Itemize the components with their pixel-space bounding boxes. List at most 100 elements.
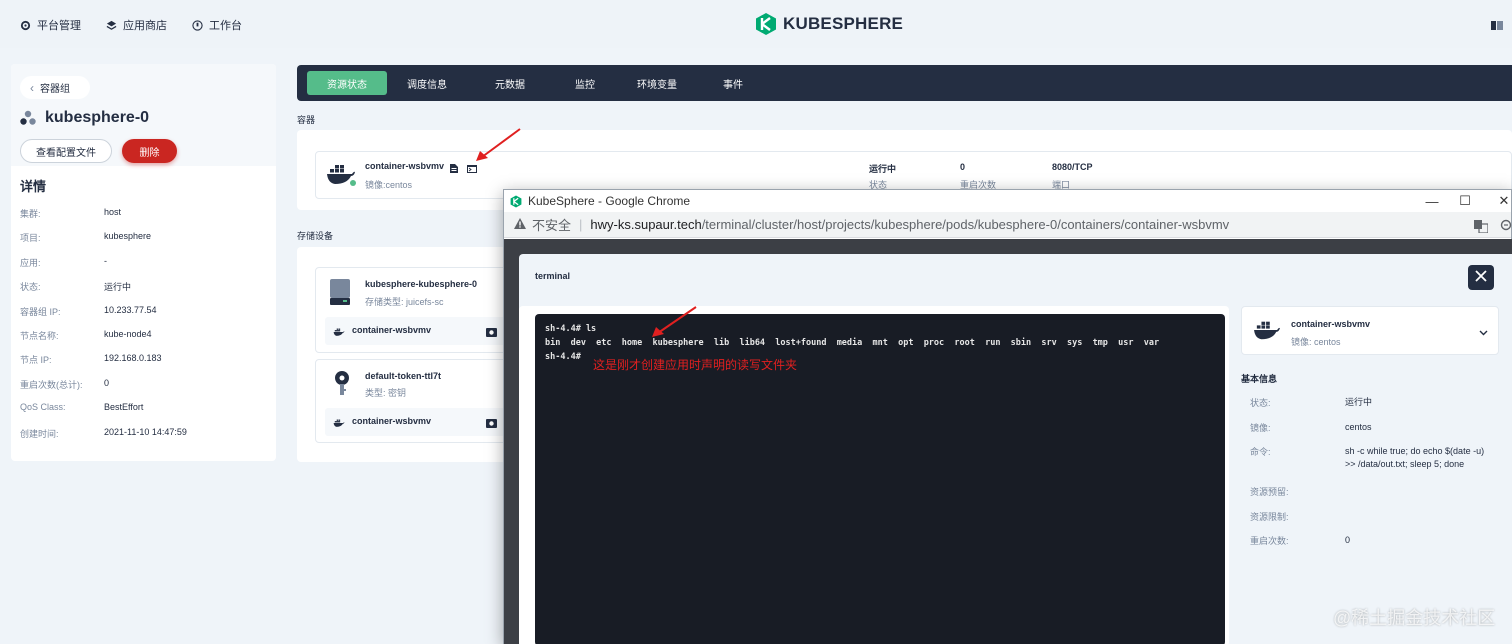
container-status-value: 运行中 (869, 164, 897, 174)
browser-title: KubeSphere - Google Chrome (528, 194, 691, 208)
zoom-icon[interactable] (1500, 219, 1512, 235)
pod-actions: 查看配置文件 删除 (20, 139, 267, 163)
nav-workbench[interactable]: 工作台 (192, 17, 242, 33)
detail-key: 状态: (20, 282, 41, 293)
pod-title: kubesphere-0 (20, 109, 267, 127)
detail-row-restarts: 重启次数(总计): 0 (20, 378, 267, 402)
insecure-label: 不安全 (532, 218, 572, 233)
watermark: @稀土掘金技术社区 (1333, 608, 1496, 628)
info-value: 0 (1345, 535, 1351, 545)
tab-metadata[interactable]: 元数据 (467, 71, 553, 95)
info-row-command: 命令: sh -c while true; do echo $(date -u) … (1241, 445, 1511, 485)
detail-value: BestEffort (104, 402, 144, 413)
docker-icon (333, 326, 345, 340)
pod-details: 详情 集群: host 项目: kubesphere 应用: - 状态: 运行中 容器组… (11, 166, 276, 461)
info-value: centos (1345, 421, 1372, 432)
translate-icon[interactable] (1474, 220, 1489, 236)
delete-button[interactable]: 删除 (122, 139, 177, 163)
info-row-status: 状态: 运行中 (1241, 396, 1511, 421)
tab-resource-status[interactable]: 资源状态 (307, 71, 387, 95)
detail-key: 节点 IP: (20, 355, 52, 366)
menu-icon[interactable] (1491, 19, 1503, 30)
top-navbar: 平台管理 应用商店 工作台 KUBESPHERE (0, 0, 1512, 48)
browser-popup-window: KubeSphere - Google Chrome — ☐ ✕ 不安全 | h… (503, 189, 1512, 644)
gear-icon (20, 20, 31, 31)
docker-icon (326, 161, 356, 190)
tab-events[interactable]: 事件 (697, 71, 769, 95)
info-row-limits: 资源限制: (1241, 510, 1511, 535)
close-modal-button[interactable] (1468, 265, 1494, 290)
back-to-pods-link[interactable]: ‹ 容器组 (20, 76, 90, 99)
select-container-name: container-wsbvmv (1291, 319, 1371, 329)
chevron-down-icon (1479, 325, 1488, 339)
nav-appstore[interactable]: 应用商店 (106, 17, 167, 33)
workbench-icon (192, 19, 203, 31)
logs-icon[interactable] (450, 162, 458, 176)
detail-key: 项目: (20, 233, 41, 244)
info-row-restarts: 重启次数: 0 (1241, 534, 1511, 559)
tab-scheduling[interactable]: 调度信息 (387, 71, 467, 95)
close-window-icon[interactable]: ✕ (1486, 190, 1512, 212)
container-select[interactable]: container-wsbvmv 镜像: centos (1241, 306, 1499, 355)
nav-platform[interactable]: 平台管理 (20, 17, 81, 33)
annotation-text: 这是刚才创建应用时声明的读写文件夹 (593, 358, 798, 372)
detail-key: QoS Class: (20, 402, 66, 413)
terminal-console[interactable]: sh-4.4# ls bin dev etc home kubesphere l… (535, 306, 1225, 644)
address-bar[interactable]: 不安全 | hwy-ks.supaur.tech/terminal/cluste… (504, 212, 1512, 238)
brand-logo[interactable]: KUBESPHERE (755, 12, 903, 36)
warning-icon (514, 217, 526, 232)
info-key: 重启次数: (1250, 536, 1289, 546)
info-row-image: 镜像: centos (1241, 421, 1511, 446)
info-value: sh -c while true; do echo $(date -u) >> … (1345, 446, 1485, 469)
volume-name: kubesphere-kubesphere-0 (365, 279, 478, 289)
layers-icon (106, 20, 117, 31)
detail-row-project: 项目: kubesphere (20, 231, 267, 255)
key-icon (333, 370, 351, 399)
basic-info-title: 基本信息 (1241, 374, 1278, 384)
maximize-icon[interactable]: ☐ (1447, 190, 1483, 212)
back-label: 容器组 (40, 84, 70, 95)
mount-icon (486, 326, 497, 340)
info-key: 镜像: (1250, 422, 1271, 433)
detail-key: 应用: (20, 257, 41, 268)
detail-key: 重启次数(总计): (20, 379, 83, 390)
nav-appstore-label: 应用商店 (123, 20, 167, 32)
info-key: 命令: (1250, 447, 1271, 457)
chevron-left-icon: ‹ (30, 80, 34, 95)
tab-env-vars[interactable]: 环境变量 (617, 71, 697, 95)
select-container-image: 镜像: centos (1291, 337, 1341, 347)
terminal-modal: terminal sh-4.4# ls bin dev etc home kub… (519, 254, 1512, 644)
detail-value: kubesphere (104, 231, 152, 242)
tab-monitoring[interactable]: 监控 (553, 71, 617, 95)
minimize-icon[interactable]: — (1414, 190, 1450, 212)
annotation-arrow-icon (650, 305, 698, 344)
docker-icon (333, 417, 345, 431)
browser-titlebar: KubeSphere - Google Chrome (504, 190, 1511, 212)
basic-info-list: 状态: 运行中 镜像: centos 命令: sh -c while true; do… (1241, 396, 1511, 559)
url-text: hwy-ks.supaur.tech/terminal/cluster/host… (590, 217, 1229, 232)
url-path: /terminal/cluster/host/projects/kubesphe… (701, 217, 1230, 232)
volume-name: default-token-ttl7t (365, 371, 441, 381)
volume-mount-container: container-wsbvmv (352, 325, 432, 335)
detail-value: kube-node4 (104, 328, 152, 339)
mount-icon (486, 417, 497, 431)
terminal-line: sh-4.4# ls (545, 324, 597, 334)
view-config-button[interactable]: 查看配置文件 (20, 139, 112, 163)
terminal-line: bin dev etc home kubesphere lib lib64 lo… (545, 338, 1160, 348)
resource-tabs: 资源状态 调度信息 元数据 监控 环境变量 事件 (297, 65, 1512, 101)
pod-detail-sidebar: ‹ 容器组 kubesphere-0 查看配置文件 删除 详情 集群: host … (11, 64, 276, 461)
detail-key: 集群: (20, 209, 41, 219)
container-name: container-wsbvmv (365, 161, 445, 171)
terminal-wrapper: sh-4.4# ls bin dev etc home kubesphere l… (519, 306, 1229, 644)
details-title: 详情 (20, 179, 47, 194)
docker-icon (1253, 318, 1281, 345)
container-image: 镜像:centos (365, 180, 413, 190)
pod-icon (20, 110, 36, 126)
detail-row-app: 应用: - (20, 256, 267, 280)
detail-row-node-ip: 节点 IP: 192.168.0.183 (20, 353, 267, 377)
info-key: 资源限制: (1250, 511, 1289, 522)
close-icon (1475, 270, 1487, 285)
brand-text: KUBESPHERE (783, 14, 904, 33)
detail-value: 192.168.0.183 (104, 353, 162, 364)
annotation-arrow-icon (474, 127, 522, 166)
